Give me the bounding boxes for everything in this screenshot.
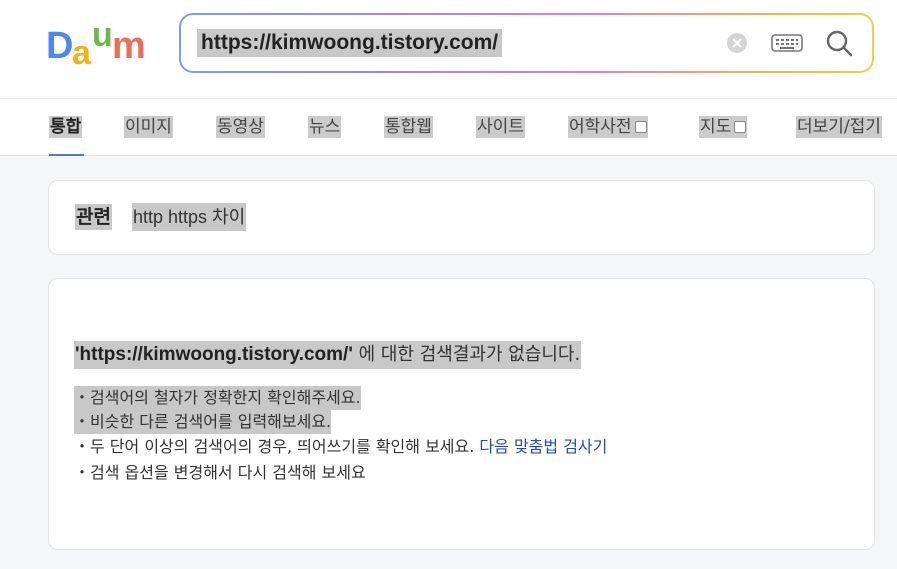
external-link-icon (634, 121, 647, 133)
search-input[interactable]: https://kimwoong.tistory.com/ (197, 29, 503, 57)
no-results-message: 'https://kimwoong.tistory.com/' 에 대한 검색결… (74, 341, 582, 369)
tab-images[interactable]: 이미지 (124, 116, 173, 138)
logo-letter-d: D (46, 25, 73, 67)
no-results-text: 에 대한 검색결과가 없습니다. (352, 344, 581, 365)
tip-item: ・검색 옵션을 변경해서 다시 검색해 보세요 (74, 463, 366, 482)
spell-checker-link[interactable]: 다음 맞춤법 검사기 (479, 437, 607, 456)
tab-map-label: 지도 (700, 117, 732, 137)
tab-web[interactable]: 통합웹 (384, 116, 433, 138)
related-search-link[interactable]: http https 차이 (132, 203, 247, 231)
search-icon[interactable] (824, 28, 854, 58)
tab-sites[interactable]: 사이트 (476, 116, 525, 138)
search-tabs: 통합 이미지 동영상 뉴스 통합웹 사이트 어학사전 지도 더보기/접기 (0, 98, 897, 156)
related-label: 관련 (75, 204, 112, 230)
daum-logo[interactable]: D a u m (46, 22, 158, 68)
logo-letter-u: u (92, 22, 113, 54)
tab-map[interactable]: 지도 (699, 116, 748, 138)
tab-videos[interactable]: 동영상 (216, 116, 265, 138)
search-box-inner: https://kimwoong.tistory.com/ (181, 15, 872, 71)
search-box[interactable]: https://kimwoong.tistory.com/ (179, 13, 874, 73)
tab-more[interactable]: 더보기/접기 (796, 116, 882, 138)
tab-dictionary[interactable]: 어학사전 (568, 116, 648, 138)
tip-item: ・비슷한 다른 검색어를 입력해보세요. (74, 410, 332, 434)
tab-integrated[interactable]: 통합 (49, 116, 83, 138)
tip-text: ・두 단어 이상의 검색어의 경우, 띄어쓰기를 확인해 보세요. (74, 437, 480, 456)
no-results-query: 'https://kimwoong.tistory.com/' (75, 344, 353, 365)
tip-item: ・두 단어 이상의 검색어의 경우, 띄어쓰기를 확인해 보세요. 다음 맞춤법… (74, 435, 607, 459)
no-results-card: 'https://kimwoong.tistory.com/' 에 대한 검색결… (48, 278, 875, 550)
active-tab-indicator (49, 154, 84, 156)
clear-icon[interactable] (726, 32, 748, 54)
header: D a u m https://kimwoong.tistory.com/ (0, 0, 897, 98)
tab-dictionary-label: 어학사전 (569, 117, 632, 137)
external-link-icon (734, 121, 747, 133)
tip-item: ・검색어의 철자가 정확한지 확인해주세요. (74, 386, 361, 410)
related-searches-card: 관련 http https 차이 (48, 180, 875, 255)
tab-news[interactable]: 뉴스 (308, 116, 342, 138)
keyboard-icon[interactable] (771, 32, 803, 54)
logo-letter-a: a (72, 34, 92, 68)
logo-letter-m: m (112, 25, 146, 67)
